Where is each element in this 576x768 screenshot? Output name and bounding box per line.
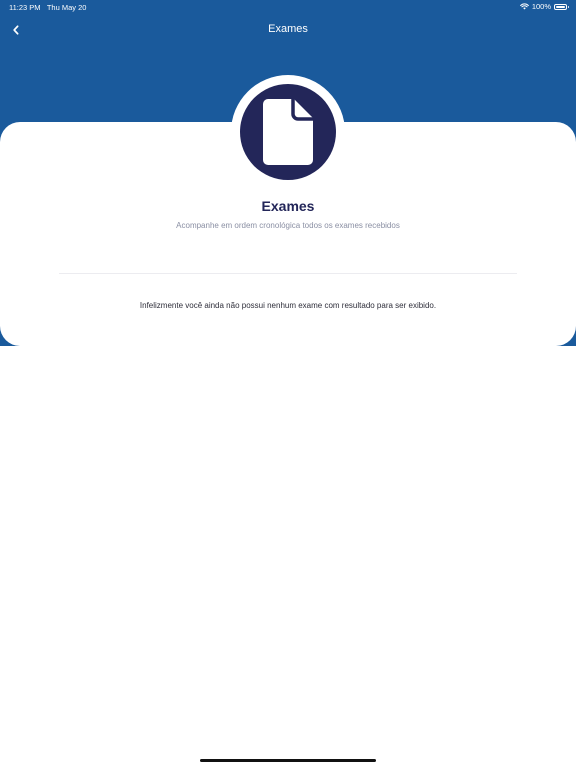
exames-screen: 11:23 PM Thu May 20 100% Exames Exames A…: [0, 0, 576, 768]
exam-avatar: [240, 84, 336, 180]
home-indicator[interactable]: [200, 759, 376, 762]
status-indicators: 100%: [519, 2, 569, 11]
empty-state-message: Infelizmente você ainda não possui nenhu…: [139, 301, 437, 310]
page-subtitle: Acompanhe em ordem cronológica todos os …: [176, 221, 400, 230]
wifi-icon: [519, 3, 529, 10]
divider: [59, 273, 517, 274]
status-time-date: 11:23 PM Thu May 20: [9, 3, 86, 12]
battery-level-fill: [556, 5, 565, 8]
status-bar: 11:23 PM Thu May 20 100%: [0, 0, 576, 14]
status-time: 11:23 PM: [9, 3, 41, 12]
battery-percentage: 100%: [531, 2, 551, 11]
battery-icon: [554, 3, 569, 10]
nav-title: Exames: [268, 23, 308, 35]
status-date: Thu May 20: [46, 3, 87, 12]
document-icon: [263, 99, 313, 165]
navigation-bar: Exames: [0, 14, 576, 46]
page-title: Exames: [261, 198, 315, 214]
